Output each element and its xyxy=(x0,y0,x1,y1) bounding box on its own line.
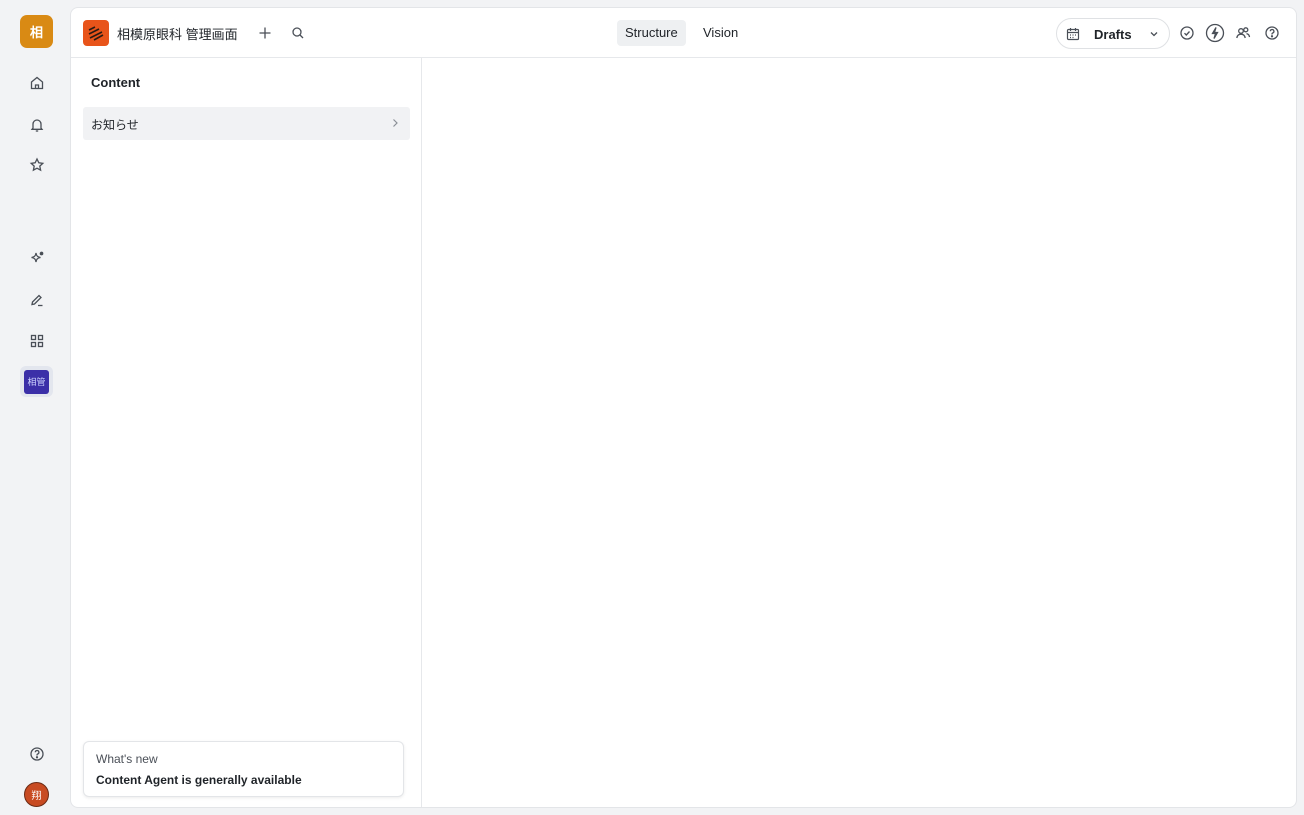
workspace-logo-icon xyxy=(88,26,104,41)
list-item[interactable]: お知らせ xyxy=(83,107,410,140)
grid-icon xyxy=(30,334,43,347)
tab-structure[interactable]: Structure xyxy=(617,20,686,46)
edit-button[interactable] xyxy=(20,283,53,316)
workspace-tile-label: 相管 xyxy=(24,369,49,394)
pane-title: Content xyxy=(91,75,141,90)
check-circle-icon xyxy=(1180,26,1194,40)
apps-button[interactable] xyxy=(20,324,53,357)
chevron-down-icon xyxy=(1150,32,1158,37)
star-icon xyxy=(29,156,44,171)
workspace-title: 相模原眼科 管理画面 xyxy=(117,27,238,42)
users-icon xyxy=(1236,27,1251,39)
top-bar: 相模原眼科 管理画面 Structure Vision Drafts xyxy=(71,8,1296,58)
presence-button[interactable] xyxy=(1230,20,1256,46)
publish-status-button[interactable] xyxy=(1174,20,1200,46)
search-button[interactable] xyxy=(285,20,311,46)
whats-new-card[interactable]: What's new Content Agent is generally av… xyxy=(83,741,404,797)
home-icon xyxy=(30,76,43,89)
release-selector[interactable]: Drafts xyxy=(1056,18,1170,49)
sparkle-icon xyxy=(30,251,43,262)
structure-pane: Content お知らせ What's new Content Agent is… xyxy=(71,58,422,807)
create-button[interactable] xyxy=(252,20,278,46)
left-rail: 相 相管 翔 xyxy=(0,0,70,815)
home-button[interactable] xyxy=(20,66,53,99)
search-icon xyxy=(292,27,304,39)
list-item-label: お知らせ xyxy=(91,118,139,132)
whats-new-headline: Content Agent is generally available xyxy=(96,773,302,787)
bolt-circle-icon xyxy=(1205,23,1225,43)
help-icon xyxy=(29,746,44,761)
favorites-button[interactable] xyxy=(20,148,53,181)
ai-assist-button[interactable] xyxy=(20,241,53,274)
plus-icon xyxy=(259,27,271,39)
calendar-icon xyxy=(1066,28,1080,41)
workspace-tile[interactable]: 相管 xyxy=(20,366,53,397)
tab-vision[interactable]: Vision xyxy=(695,20,746,46)
release-selector-label: Drafts xyxy=(1094,27,1132,42)
whats-new-eyebrow: What's new xyxy=(96,752,158,766)
activity-button[interactable] xyxy=(1202,20,1228,46)
chevron-right-icon xyxy=(393,119,398,127)
user-avatar[interactable]: 翔 xyxy=(24,782,49,807)
main-panel: 相模原眼科 管理画面 Structure Vision Drafts Conte… xyxy=(70,7,1297,808)
help-button[interactable] xyxy=(20,737,53,770)
bell-icon xyxy=(30,118,43,132)
workspace-logo[interactable] xyxy=(83,20,109,46)
org-badge[interactable]: 相 xyxy=(20,15,53,48)
document-area xyxy=(422,58,1296,807)
pen-icon xyxy=(30,294,42,306)
notifications-button[interactable] xyxy=(20,108,53,141)
help-menu-button[interactable] xyxy=(1259,20,1285,46)
help-icon xyxy=(1265,26,1279,40)
